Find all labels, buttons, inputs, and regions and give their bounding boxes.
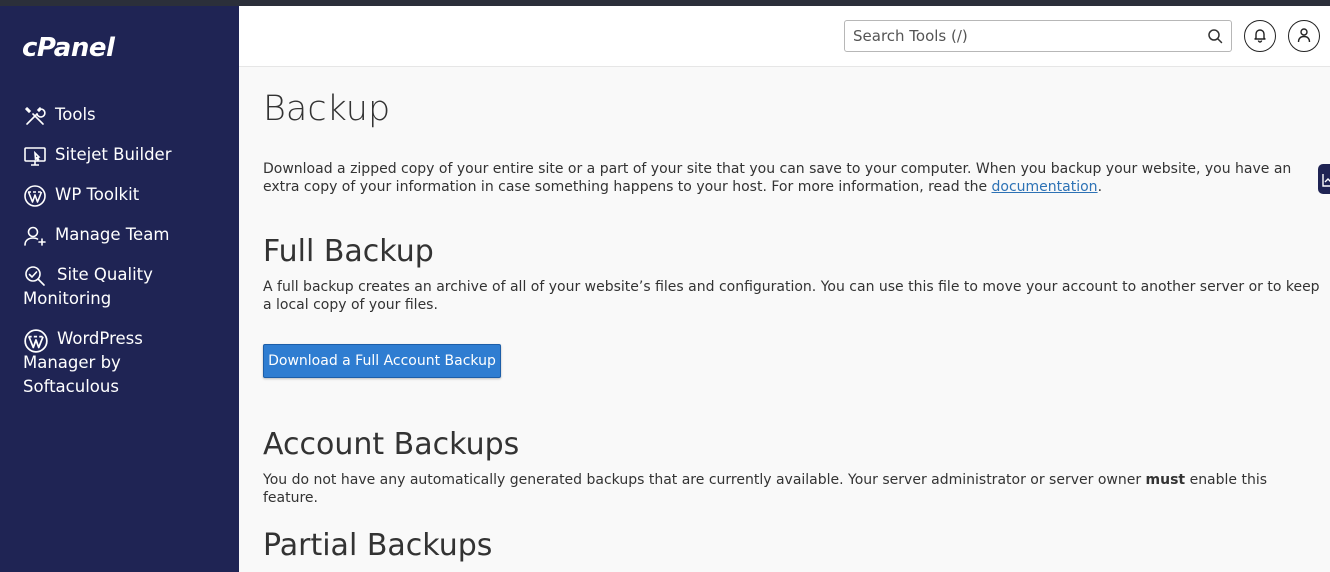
- download-full-backup-button[interactable]: Download a Full Account Backup: [263, 344, 501, 378]
- full-backup-heading: Full Backup: [263, 234, 434, 269]
- magnifier-icon: [23, 264, 47, 288]
- sidebar-item-label: Tools: [55, 105, 96, 124]
- sidebar-item-manage-team[interactable]: Manage Team: [0, 223, 239, 247]
- side-panel-tab[interactable]: [1318, 164, 1330, 194]
- search-input[interactable]: [845, 21, 1195, 51]
- sidebar-item-sitejet-builder[interactable]: Sitejet Builder: [0, 143, 239, 167]
- page-title: Backup: [263, 89, 391, 129]
- wordpress-icon: [23, 184, 47, 208]
- sidebar-item-label: Sitejet Builder: [55, 145, 172, 164]
- user-menu-button[interactable]: [1288, 20, 1320, 52]
- monitor-icon: [23, 144, 47, 168]
- sidebar: cPanel Tools Sitejet Builder WP Toolkit …: [0, 6, 239, 572]
- documentation-link[interactable]: documentation: [992, 179, 1098, 195]
- main-content: Backup Download a zipped copy of your en…: [239, 67, 1330, 572]
- search-icon[interactable]: [1207, 28, 1223, 44]
- bell-icon: [1252, 27, 1268, 46]
- full-backup-description: A full backup creates an archive of all …: [263, 279, 1320, 313]
- sidebar-item-tools[interactable]: Tools: [0, 103, 239, 127]
- sidebar-item-label: WP Toolkit: [55, 185, 140, 204]
- account-backups-heading: Account Backups: [263, 427, 520, 462]
- user-icon: [1296, 27, 1312, 46]
- intro-text: Download a zipped copy of your entire si…: [263, 161, 1292, 195]
- sidebar-item-site-quality-monitoring[interactable]: Site Quality Monitoring: [0, 263, 190, 311]
- cpanel-logo[interactable]: cPanel: [22, 33, 115, 63]
- sidebar-item-wp-toolkit[interactable]: WP Toolkit: [0, 183, 239, 207]
- account-backups-description: You do not have any automatically genera…: [263, 472, 1268, 506]
- sidebar-item-label: Site Quality Monitoring: [23, 265, 153, 308]
- notifications-button[interactable]: [1244, 20, 1276, 52]
- partial-backups-heading: Partial Backups: [263, 528, 493, 563]
- sidebar-item-label: Manage Team: [55, 225, 170, 244]
- chart-icon: [1322, 172, 1330, 191]
- sidebar-item-wordpress-manager[interactable]: WordPress Manager by Softaculous: [0, 327, 185, 399]
- tools-icon: [23, 104, 47, 128]
- search-box: [844, 20, 1232, 52]
- wordpress-icon: [23, 328, 48, 353]
- top-header: [239, 6, 1330, 67]
- user-plus-icon: [23, 224, 47, 248]
